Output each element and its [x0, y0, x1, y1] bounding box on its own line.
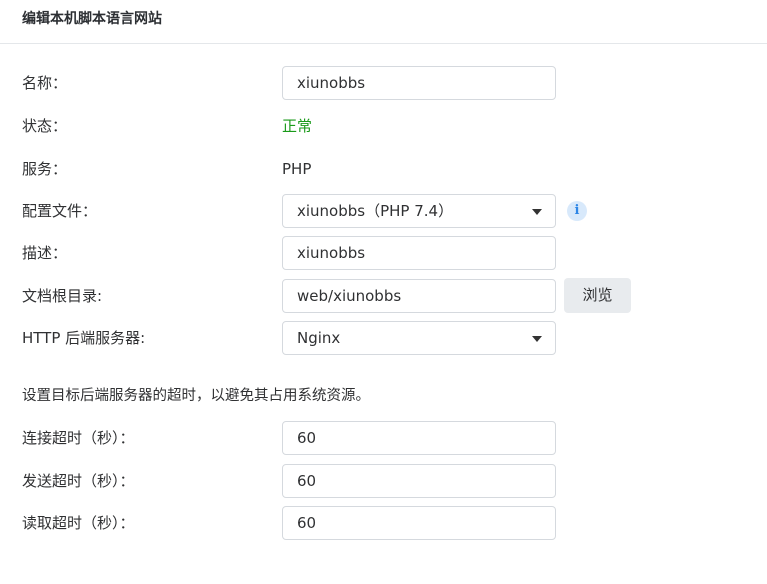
send-timeout-row: 发送超时（秒）：	[0, 464, 767, 498]
connect-timeout-label: 连接超时（秒）：	[22, 429, 135, 447]
status-label: 状态：	[22, 117, 68, 135]
profile-row: 配置文件： xiunobbs（PHP 7.4） i	[0, 194, 767, 228]
description-row: 描述：	[0, 236, 767, 270]
read-timeout-input[interactable]	[282, 506, 556, 540]
backend-row: HTTP 后端服务器: Nginx	[0, 321, 767, 355]
chevron-down-icon	[532, 209, 542, 215]
status-value: 正常	[282, 117, 313, 135]
send-timeout-input[interactable]	[282, 464, 556, 498]
name-row: 名称：	[0, 66, 767, 100]
browse-button[interactable]: 浏览	[564, 278, 631, 313]
dialog-title: 编辑本机脚本语言网站	[0, 0, 767, 44]
send-timeout-label: 发送超时（秒）：	[22, 472, 135, 490]
description-input[interactable]	[282, 236, 556, 270]
docroot-label: 文档根目录:	[22, 287, 103, 305]
profile-select-value: xiunobbs（PHP 7.4）	[297, 202, 454, 220]
service-label: 服务：	[22, 160, 68, 178]
connect-timeout-row: 连接超时（秒）：	[0, 421, 767, 455]
profile-label: 配置文件：	[22, 202, 98, 220]
dialog-title-text: 编辑本机脚本语言网站	[22, 11, 162, 27]
name-input[interactable]	[282, 66, 556, 100]
status-row: 状态： 正常	[0, 109, 767, 143]
read-timeout-label: 读取超时（秒）：	[22, 514, 135, 532]
service-value: PHP	[282, 160, 312, 178]
backend-select[interactable]: Nginx	[282, 321, 556, 355]
docroot-row: 文档根目录: 浏览	[0, 278, 767, 313]
profile-select[interactable]: xiunobbs（PHP 7.4）	[282, 194, 556, 228]
connect-timeout-input[interactable]	[282, 421, 556, 455]
name-label: 名称：	[22, 74, 68, 92]
timeout-description: 设置目标后端服务器的超时，以避免其占用系统资源。	[22, 388, 370, 404]
docroot-input[interactable]	[282, 279, 556, 313]
service-row: 服务： PHP	[0, 152, 767, 186]
read-timeout-row: 读取超时（秒）：	[0, 506, 767, 540]
chevron-down-icon	[532, 336, 542, 342]
backend-label: HTTP 后端服务器:	[22, 329, 146, 347]
info-icon[interactable]: i	[567, 201, 587, 221]
description-label: 描述：	[22, 244, 68, 262]
backend-select-value: Nginx	[297, 329, 341, 347]
